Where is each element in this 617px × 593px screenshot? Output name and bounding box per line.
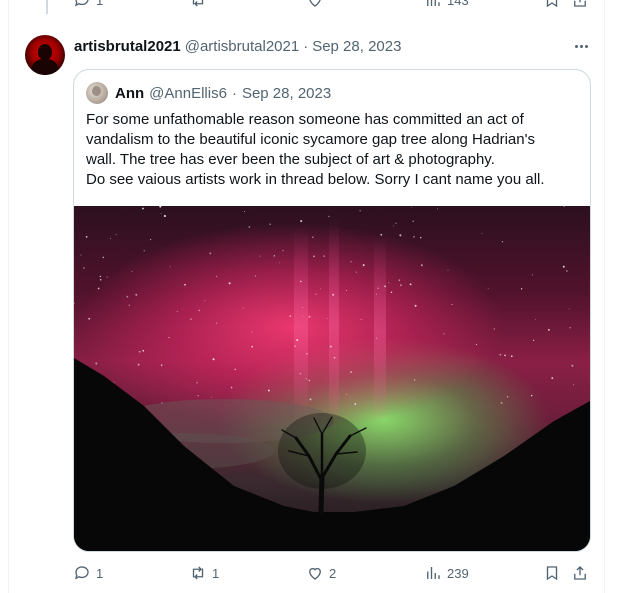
views-count: 143: [447, 0, 469, 8]
quoted-separator: ·: [231, 84, 237, 102]
bookmark-icon: [546, 0, 558, 8]
bookmark-button[interactable]: [543, 0, 561, 9]
reply-button[interactable]: 1: [73, 564, 103, 582]
bookmark-button[interactable]: [543, 564, 561, 582]
like-icon: [309, 0, 321, 7]
post-date[interactable]: Sep 28, 2023: [312, 38, 401, 55]
reply-icon: [74, 0, 89, 7]
more-icon: [574, 44, 578, 48]
quoted-date: Sep 28, 2023: [241, 84, 332, 102]
reply-count: 1: [96, 0, 104, 8]
reply-icon: [74, 566, 89, 580]
share-button[interactable]: [571, 0, 589, 9]
bookmark-icon: [546, 566, 558, 581]
avatar[interactable]: [25, 35, 65, 75]
quoted-tweet[interactable]: Ann @AnnEllis6 · Sep 28, 2023 For some u…: [73, 69, 591, 552]
quoted-text-line: wall. The tree has ever been the subject…: [86, 151, 495, 168]
tweet-header: artisbrutal2021 @artisbrutal2021 · Sep 2…: [74, 36, 401, 56]
share-button[interactable]: [571, 564, 589, 582]
avatar-body-shape: [32, 59, 58, 75]
like-button[interactable]: [306, 0, 324, 9]
views-icon: [427, 567, 440, 579]
header-separator: ·: [303, 37, 309, 55]
aurora-tree-photo[interactable]: [74, 206, 590, 551]
like-button[interactable]: 2: [306, 564, 336, 582]
retweet-button[interactable]: 1: [189, 564, 219, 582]
quoted-text-line: Do see vaious artists work in thread bel…: [86, 171, 545, 188]
stars: [74, 206, 575, 407]
tweet-actions: 1 1 2 239: [9, 562, 606, 586]
share-icon: [574, 0, 586, 7]
like-count: 2: [329, 565, 337, 581]
reply-count: 1: [96, 565, 104, 581]
quoted-text-line: vandalism to the beautiful iconic sycamo…: [86, 131, 535, 148]
quoted-author-handle: @AnnEllis6: [149, 84, 227, 102]
share-icon: [574, 566, 586, 580]
views-button[interactable]: 143: [424, 0, 469, 9]
previous-tweet-actions: 1 143: [9, 0, 606, 11]
quoted-author-name: Ann: [115, 84, 145, 102]
quoted-tweet-header: Ann @AnnEllis6 · Sep 28, 2023: [86, 82, 331, 104]
tweet-card: 1 143 artisbrutal2021 @artisbrutal2021 ·…: [8, 0, 605, 593]
retweet-button[interactable]: [189, 0, 207, 9]
photo-scene: [74, 206, 590, 551]
author-handle[interactable]: @artisbrutal2021: [185, 38, 299, 55]
views-icon: [427, 0, 440, 6]
views-count: 239: [447, 565, 469, 581]
reply-button[interactable]: 1: [73, 0, 103, 9]
quoted-text-line: For some unfathomable reason someone has…: [86, 111, 524, 128]
retweet-icon: [192, 0, 204, 7]
like-icon: [309, 567, 321, 580]
quoted-tweet-text: For some unfathomable reason someone has…: [86, 110, 578, 190]
retweet-icon: [192, 566, 204, 580]
retweet-count: 1: [212, 565, 220, 581]
views-button[interactable]: 239: [424, 564, 469, 582]
quoted-author-avatar: [86, 82, 108, 104]
author-name[interactable]: artisbrutal2021: [74, 38, 181, 55]
more-button[interactable]: [571, 38, 591, 54]
avatar-head-shape: [38, 44, 52, 60]
